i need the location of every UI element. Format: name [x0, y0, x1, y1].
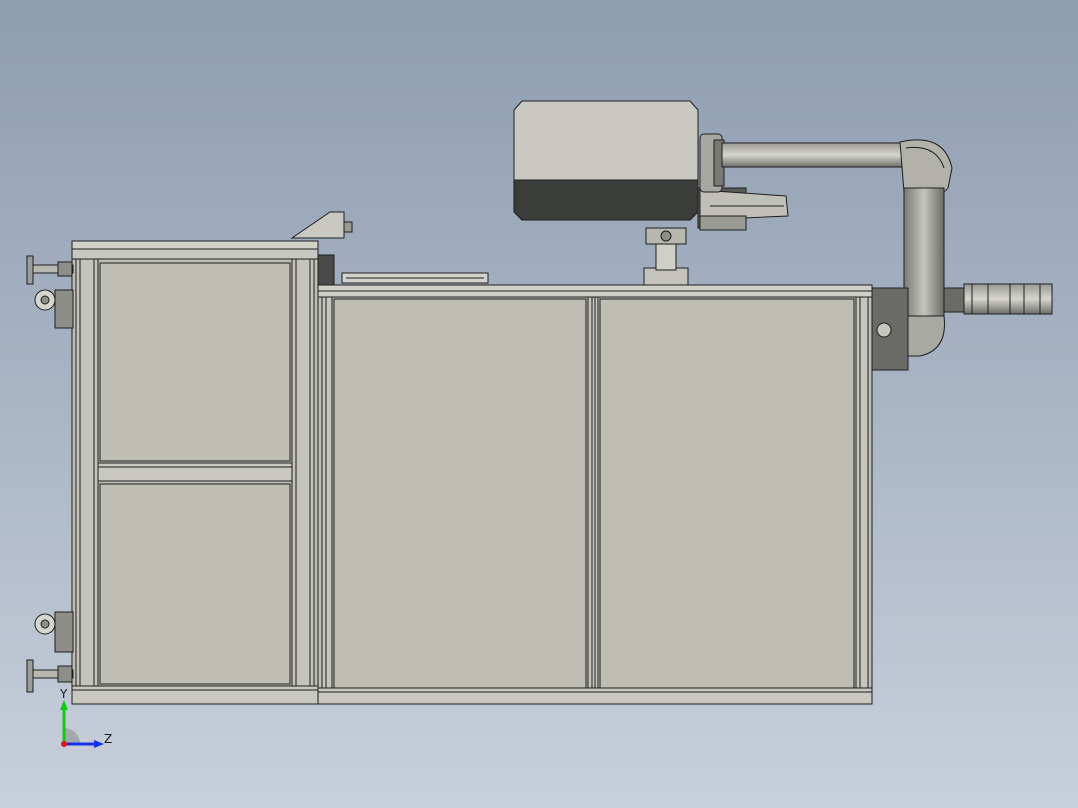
main-cabinet-panel-left: [333, 298, 587, 689]
top-bracket: [290, 211, 353, 239]
robot-pedestal: [643, 227, 689, 286]
triad-origin: [61, 741, 67, 747]
main-cabinet-right-post: [855, 296, 869, 693]
robot-body-lower: [513, 179, 699, 221]
left-cabinet-mid-rail: [97, 462, 293, 482]
main-cabinet-connector: [317, 254, 335, 286]
main-cabinet-mid-post: [587, 296, 599, 693]
left-cabinet-top-rail: [71, 240, 319, 250]
leveling-foot-top: [26, 255, 74, 285]
left-cabinet-top-beam: [71, 248, 319, 260]
y-axis-label: Y: [60, 687, 68, 701]
main-cabinet-bottom-rail: [317, 687, 873, 705]
coordinate-triad: [60, 700, 104, 748]
z-axis-label: Z: [104, 732, 113, 746]
left-cabinet-right-post: [291, 258, 315, 690]
left-cabinet: [71, 240, 319, 705]
machine-drawing: [26, 100, 1053, 748]
robot-upper-arm: [721, 142, 905, 168]
main-cabinet-panel-right: [599, 298, 855, 689]
left-cabinet-lower-panel: [99, 483, 291, 685]
main-cabinet: [317, 254, 873, 705]
robot-forearm: [903, 187, 945, 319]
caster-bottom: [34, 611, 74, 653]
cad-viewport[interactable]: Y Z: [0, 0, 1078, 808]
left-cabinet-left-post: [75, 258, 99, 690]
main-cabinet-left-post: [321, 296, 333, 693]
robot-tool: [943, 283, 1053, 315]
left-cabinet-upper-panel: [99, 262, 291, 462]
left-cabinet-bottom-rail: [71, 685, 319, 705]
robot-body-upper: [513, 100, 699, 181]
caster-top: [34, 289, 74, 329]
